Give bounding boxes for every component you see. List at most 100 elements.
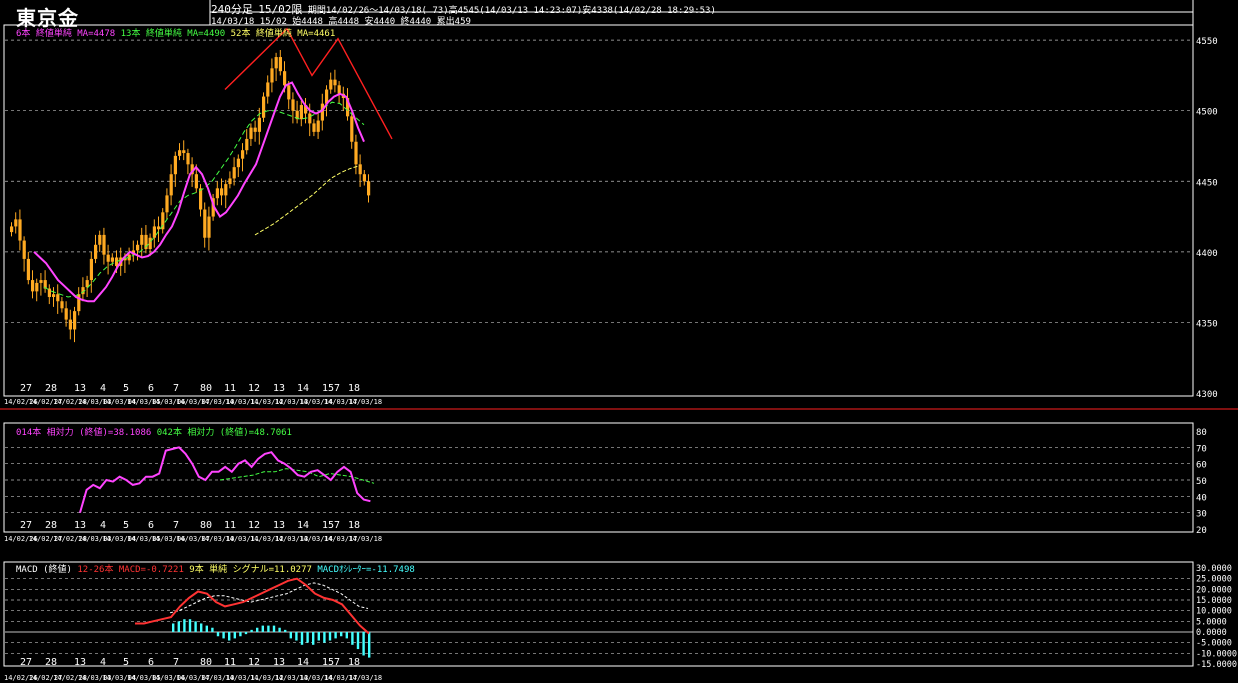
candle-body xyxy=(98,234,102,245)
macd-osc-bar xyxy=(188,619,192,632)
chart-canvas[interactable]: 43004350440044504500455027 28 13 4 5 6 7 80 11 12… xyxy=(0,0,1238,683)
macd-tick-label: 20.0000 xyxy=(1196,585,1232,595)
price-tick-label: 4300 xyxy=(1196,390,1218,400)
macd-osc-bar xyxy=(284,629,287,632)
price-x-label: 6 xyxy=(148,383,154,394)
candle-body xyxy=(56,294,60,302)
candle-body xyxy=(241,150,245,159)
price-x-label: 4 xyxy=(100,383,106,394)
price-x-label: 13 xyxy=(273,383,285,394)
macd-x-label: 80 xyxy=(200,657,212,668)
macd-osc-bar xyxy=(340,632,343,637)
legend-entry: 042本 相対力 (終値)=48.7061 xyxy=(151,426,292,438)
price-x-label: 157 xyxy=(322,383,340,394)
candle-body xyxy=(337,85,341,94)
price-tick-label: 4350 xyxy=(1196,319,1218,329)
rsi-x-label: 14 xyxy=(297,520,309,531)
date-label: 14/03/18 xyxy=(348,674,382,682)
macd-osc-bar xyxy=(205,625,208,632)
candle-body xyxy=(26,258,30,281)
price-tick-label: 4500 xyxy=(1196,108,1218,118)
candle-body xyxy=(140,234,144,245)
price-x-label: 28 xyxy=(45,383,57,394)
candle-body xyxy=(182,150,186,154)
macd-osc-bar xyxy=(244,632,248,635)
candle-body xyxy=(358,164,362,175)
macd-osc-bar xyxy=(200,623,203,632)
macd-x-label: 13 xyxy=(273,657,285,668)
candle-body xyxy=(89,258,93,281)
rsi-tick-label: 20 xyxy=(1196,526,1207,536)
candle-body xyxy=(22,240,26,259)
rsi-legend: 014本 相対力 (終値)=38.1086 042本 相対力 (終値)=48.7… xyxy=(16,426,292,438)
macd-osc-bar xyxy=(368,632,371,658)
candle-body xyxy=(106,254,110,262)
candle-body xyxy=(333,79,337,86)
candle-body xyxy=(94,244,98,259)
price-x-label: 80 xyxy=(200,383,212,394)
main-legend: 6本 終値単純 MA=4478 13本 終値単純 MA=4490 52本 終値単… xyxy=(16,27,335,39)
candle-body xyxy=(236,158,240,168)
macd-tick-label: 10.0000 xyxy=(1196,607,1232,617)
candle-body xyxy=(312,123,316,132)
macd-osc-bar xyxy=(267,625,270,632)
macd-tick-label: -10.0000 xyxy=(1196,649,1237,659)
candle-body xyxy=(329,79,333,90)
rsi-x-label: 6 xyxy=(148,520,154,531)
rsi-tick-label: 40 xyxy=(1196,493,1207,503)
legend-entry: MACDｵｼﾚｰﾀｰ=-11.7498 xyxy=(312,564,415,575)
candle-body xyxy=(39,280,43,283)
macd-osc-bar xyxy=(278,627,281,632)
legend-entry: MACD (終値) xyxy=(16,563,72,575)
candle-body xyxy=(14,219,18,227)
candle-body xyxy=(148,237,152,250)
candle-body xyxy=(228,178,232,185)
macd-osc-bar xyxy=(345,632,348,639)
macd-osc-bar xyxy=(300,632,304,645)
candle-body xyxy=(354,141,358,165)
candle-body xyxy=(287,85,291,100)
macd-osc-bar xyxy=(312,632,315,645)
candle-body xyxy=(278,57,282,72)
candle-body xyxy=(316,120,320,132)
candle-body xyxy=(224,184,228,196)
candle-body xyxy=(291,99,295,111)
candle-body xyxy=(194,174,198,189)
candle-body xyxy=(249,127,253,139)
macd-osc-bar xyxy=(272,625,276,632)
candle-body xyxy=(31,280,35,292)
candle-body xyxy=(215,188,219,199)
rsi-x-label: 12 xyxy=(248,520,260,531)
macd-x-label: 157 xyxy=(322,657,340,668)
price-x-label: 5 xyxy=(123,383,129,394)
legend-entry: 52本 終値単純 MA=4461 xyxy=(225,27,335,39)
candle-body xyxy=(73,311,77,330)
price-x-label: 11 xyxy=(224,383,236,394)
candle-body xyxy=(257,117,261,132)
macd-osc-bar xyxy=(289,632,292,639)
macd-x-label: 7 xyxy=(173,657,179,668)
legend-entry: 9本 単純 シグナル=11.0277 xyxy=(184,563,312,575)
price-x-label: 27 xyxy=(20,383,32,394)
macd-osc-bar xyxy=(323,632,326,643)
macd-line xyxy=(135,577,370,635)
price-panel-frame xyxy=(3,24,1194,397)
rsi-x-label: 4 xyxy=(100,520,106,531)
legend-entry: 12-26本 MACD=-0.7221 xyxy=(72,563,184,575)
macd-osc-bar xyxy=(194,621,197,632)
rsi-x-label: 13 xyxy=(74,520,86,531)
candle-body xyxy=(10,226,14,233)
candle-body xyxy=(350,116,354,142)
candle-body xyxy=(178,150,182,156)
macd-osc-bar xyxy=(211,627,214,632)
macd-x-label: 5 xyxy=(123,657,129,668)
macd-panel-frame xyxy=(3,561,1194,667)
macd-tick-label: -15.0000 xyxy=(1196,660,1237,670)
macd-osc-bar xyxy=(351,632,354,645)
macd-x-label: 14 xyxy=(297,657,309,668)
candle-body xyxy=(102,234,106,255)
candle-body xyxy=(136,244,140,251)
legend-entry: 6本 終値単純 MA=4478 xyxy=(16,27,115,39)
macd-osc-bar xyxy=(222,632,225,639)
rsi-tick-label: 30 xyxy=(1196,510,1207,520)
